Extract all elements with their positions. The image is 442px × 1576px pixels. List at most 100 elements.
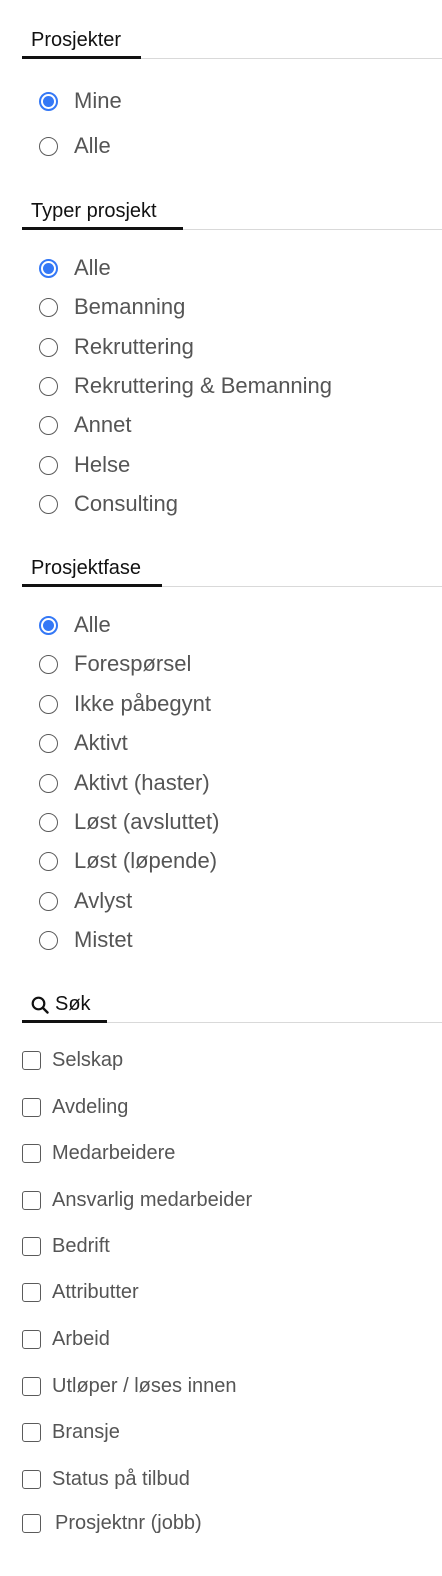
radio-label: Alle: [74, 612, 111, 637]
radio-phase-ikke-pabegynt[interactable]: Ikke påbegynt: [39, 690, 211, 718]
radio-type-rekruttering[interactable]: Rekruttering: [39, 333, 194, 361]
radio-phase-aktivt-haster[interactable]: Aktivt (haster): [39, 769, 210, 797]
radio-type-bemanning[interactable]: Bemanning: [39, 293, 185, 321]
section-title-underline: [22, 227, 183, 230]
checkbox-label: Status på tilbud: [52, 1467, 190, 1490]
radio-button[interactable]: [39, 654, 58, 674]
filter-prosjektnr[interactable]: Prosjektnr (jobb): [22, 1510, 202, 1536]
filter-avdeling[interactable]: Avdeling: [22, 1094, 128, 1120]
radio-button[interactable]: [39, 694, 58, 714]
filter-ansvarlig-medarbeider[interactable]: Ansvarlig medarbeider: [22, 1187, 252, 1213]
checkbox-label: Avdeling: [52, 1095, 129, 1118]
radio-type-annet[interactable]: Annet: [39, 411, 132, 439]
filter-utloper[interactable]: Utløper / løses innen: [22, 1373, 237, 1399]
radio-projects-all[interactable]: Alle: [39, 132, 111, 160]
checkbox[interactable]: [22, 1469, 41, 1489]
radio-phase-alle[interactable]: Alle: [39, 611, 111, 639]
checkbox-label: Bransje: [52, 1420, 120, 1443]
radio-button[interactable]: [39, 297, 58, 317]
radio-projects-mine[interactable]: Mine: [39, 87, 122, 115]
search-icon: [31, 996, 49, 1014]
radio-button[interactable]: [39, 851, 58, 871]
radio-label: Rekruttering: [74, 334, 194, 359]
checkbox-label: Attributter: [52, 1280, 139, 1303]
radio-label: Annet: [74, 412, 132, 437]
section-title-project-phase: Prosjektfase: [31, 557, 142, 579]
section-header-project-types: Typer prosjekt: [22, 199, 442, 230]
checkbox[interactable]: [22, 1236, 41, 1256]
filter-selskap[interactable]: Selskap: [22, 1047, 123, 1073]
radio-phase-aktivt[interactable]: Aktivt: [39, 729, 128, 757]
section-header-project-phase: Prosjektfase: [22, 556, 442, 587]
section-title-underline: [22, 1020, 107, 1023]
radio-label: Løst (avsluttet): [74, 809, 220, 834]
radio-label: Aktivt: [74, 730, 128, 755]
filter-bransje[interactable]: Bransje: [22, 1419, 120, 1445]
checkbox[interactable]: [22, 1282, 41, 1302]
checkbox-label: Ansvarlig medarbeider: [52, 1188, 253, 1211]
radio-phase-avlyst[interactable]: Avlyst: [39, 887, 132, 915]
filter-status-tilbud[interactable]: Status på tilbud: [22, 1466, 190, 1492]
checkbox[interactable]: [22, 1050, 41, 1070]
radio-phase-foresporsel[interactable]: Forespørsel: [39, 650, 191, 678]
radio-type-rekruttering-bemanning[interactable]: Rekruttering & Bemanning: [39, 372, 332, 400]
section-title-underline: [22, 584, 162, 587]
checkbox[interactable]: [22, 1329, 41, 1349]
radio-button[interactable]: [39, 812, 58, 832]
radio-button[interactable]: [39, 91, 58, 111]
radio-button[interactable]: [39, 455, 58, 475]
checkbox[interactable]: [22, 1190, 41, 1210]
radio-button[interactable]: [39, 773, 58, 793]
radio-button[interactable]: [39, 136, 58, 156]
radio-button[interactable]: [39, 258, 58, 278]
radio-button[interactable]: [39, 891, 58, 911]
checkbox-label: Selskap: [52, 1048, 124, 1071]
checkbox[interactable]: [22, 1376, 41, 1396]
checkbox-label: Utløper / løses innen: [52, 1374, 237, 1397]
filter-arbeid[interactable]: Arbeid: [22, 1326, 110, 1352]
radio-type-helse[interactable]: Helse: [39, 451, 130, 479]
radio-label: Avlyst: [74, 888, 133, 913]
radio-label: Helse: [74, 452, 131, 477]
checkbox-label: Arbeid: [52, 1327, 110, 1350]
filter-medarbeidere[interactable]: Medarbeidere: [22, 1140, 175, 1166]
radio-label: Mistet: [74, 927, 133, 952]
radio-button[interactable]: [39, 494, 58, 514]
radio-label: Bemanning: [74, 294, 186, 319]
radio-label: Ikke påbegynt: [74, 691, 211, 716]
section-header-projects: Prosjekter: [22, 28, 442, 59]
filter-bedrift[interactable]: Bedrift: [22, 1233, 110, 1259]
radio-label: Alle: [74, 133, 111, 158]
radio-label: Forespørsel: [74, 651, 192, 676]
radio-button[interactable]: [39, 376, 58, 396]
section-title-underline: [22, 56, 141, 59]
checkbox[interactable]: [22, 1143, 41, 1163]
section-header-search: Søk: [22, 992, 442, 1023]
radio-button[interactable]: [39, 615, 58, 635]
section-title-projects: Prosjekter: [31, 29, 122, 51]
radio-button[interactable]: [39, 415, 58, 435]
radio-phase-lost-lopende[interactable]: Løst (løpende): [39, 847, 217, 875]
radio-button[interactable]: [39, 733, 58, 753]
radio-type-consulting[interactable]: Consulting: [39, 490, 178, 518]
filter-attributter[interactable]: Attributter: [22, 1279, 139, 1305]
radio-button[interactable]: [39, 337, 58, 357]
checkbox[interactable]: [22, 1422, 41, 1442]
radio-label: Rekruttering & Bemanning: [74, 373, 333, 398]
radio-label: Consulting: [74, 491, 178, 516]
radio-label: Aktivt (haster): [74, 770, 210, 795]
search-title-label: Søk: [55, 993, 91, 1015]
radio-button[interactable]: [39, 930, 58, 950]
checkbox-label: Bedrift: [52, 1234, 110, 1257]
checkbox[interactable]: [22, 1097, 41, 1117]
checkbox[interactable]: [22, 1513, 41, 1533]
radio-label: Løst (løpende): [74, 848, 218, 873]
checkbox-label: Prosjektnr (jobb): [55, 1511, 202, 1534]
section-title-project-types: Typer prosjekt: [31, 200, 157, 222]
radio-label: Alle: [74, 255, 111, 280]
radio-phase-mistet[interactable]: Mistet: [39, 926, 133, 954]
section-title-search: Søk: [31, 993, 91, 1016]
checkbox-label: Medarbeidere: [52, 1141, 176, 1164]
radio-type-alle[interactable]: Alle: [39, 254, 111, 282]
radio-phase-lost-avsluttet[interactable]: Løst (avsluttet): [39, 808, 219, 836]
